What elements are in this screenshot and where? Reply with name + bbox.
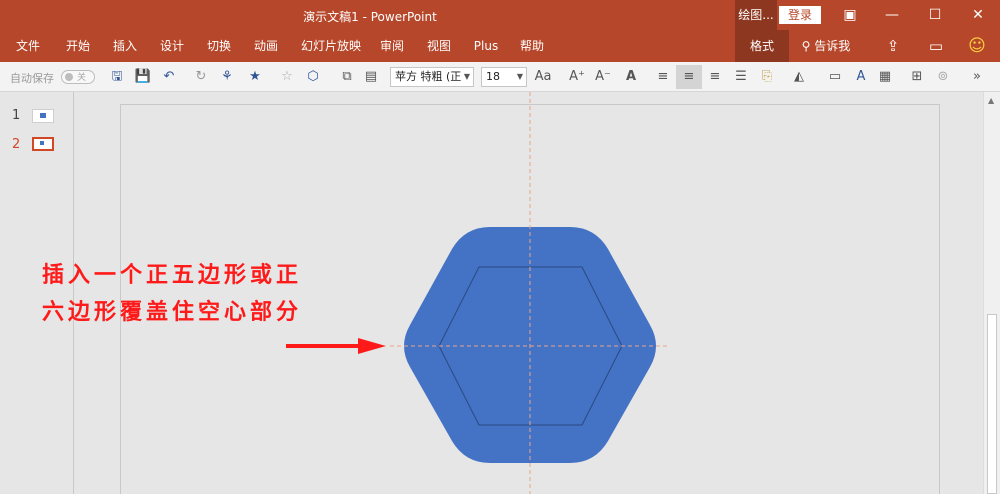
- annotation-line-1: 插入一个正五边形或正: [42, 262, 302, 288]
- slide-overlay: 插入一个正五边形或正 六边形覆盖住空心部分: [42, 92, 670, 494]
- annotation-line-2: 六边形覆盖住空心部分: [42, 299, 302, 325]
- annotation-arrow-icon: [286, 338, 386, 354]
